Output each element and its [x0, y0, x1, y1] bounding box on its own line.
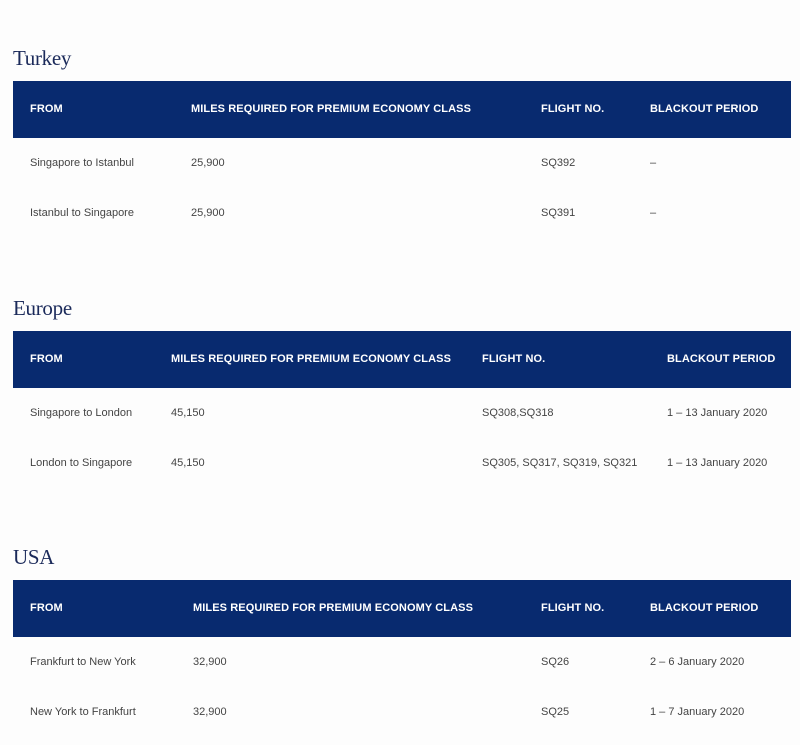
table-header: FROM MILES REQUIRED FOR PREMIUM ECONOMY … [13, 81, 791, 138]
cell-blackout: 2 – 6 January 2020 [650, 656, 745, 668]
table-row: London to Singapore 45,150 SQ305, SQ317,… [13, 439, 791, 488]
header-flight-no: FLIGHT NO. [541, 103, 605, 115]
cell-miles: 25,900 [191, 157, 225, 169]
header-blackout: BLACKOUT PERIOD [650, 602, 759, 614]
header-miles: MILES REQUIRED FOR PREMIUM ECONOMY CLASS [191, 103, 472, 115]
cell-route: Singapore to Istanbul [30, 157, 134, 169]
header-from: FROM [30, 353, 63, 365]
table-header: FROM MILES REQUIRED FOR PREMIUM ECONOMY … [13, 580, 791, 637]
cell-flight-no: SQ305, SQ317, SQ319, SQ321 [482, 457, 638, 469]
header-flight-no: FLIGHT NO. [541, 602, 605, 614]
cell-route: Frankfurt to New York [30, 656, 136, 668]
cell-blackout: 1 – 7 January 2020 [650, 706, 745, 718]
cell-miles: 32,900 [193, 656, 227, 668]
header-from: FROM [30, 103, 63, 115]
cell-route: London to Singapore [30, 457, 133, 469]
header-flight-no: FLIGHT NO. [482, 353, 546, 365]
section-title: Europe [13, 296, 72, 320]
cell-flight-no: SQ392 [541, 157, 576, 169]
cell-blackout: – [650, 157, 657, 169]
header-miles: MILES REQUIRED FOR PREMIUM ECONOMY CLASS [193, 602, 474, 614]
cell-blackout: – [650, 207, 657, 219]
section-title: USA [13, 545, 55, 569]
header-blackout: BLACKOUT PERIOD [650, 103, 759, 115]
cell-flight-no: SQ26 [541, 656, 570, 668]
cell-miles: 25,900 [191, 207, 225, 219]
table-row: Singapore to Istanbul 25,900 SQ392 – [13, 139, 791, 188]
cell-flight-no: SQ308,SQ318 [482, 407, 554, 419]
cell-miles: 45,150 [171, 457, 205, 469]
header-miles: MILES REQUIRED FOR PREMIUM ECONOMY CLASS [171, 353, 452, 365]
header-from: FROM [30, 602, 63, 614]
section-title: Turkey [13, 46, 72, 70]
cell-miles: 45,150 [171, 407, 205, 419]
cell-flight-no: SQ391 [541, 207, 576, 219]
cell-blackout: 1 – 13 January 2020 [667, 407, 768, 419]
cell-route: Istanbul to Singapore [30, 207, 134, 219]
cell-blackout: 1 – 13 January 2020 [667, 457, 768, 469]
cell-flight-no: SQ25 [541, 706, 570, 718]
header-blackout: BLACKOUT PERIOD [667, 353, 776, 365]
table-row: Frankfurt to New York 32,900 SQ26 2 – 6 … [13, 638, 791, 687]
cell-route: Singapore to London [30, 407, 133, 419]
table-row: Singapore to London 45,150 SQ308,SQ318 1… [13, 389, 791, 438]
table-header: FROM MILES REQUIRED FOR PREMIUM ECONOMY … [13, 331, 791, 388]
table-row: New York to Frankfurt 32,900 SQ25 1 – 7 … [13, 688, 791, 737]
cell-route: New York to Frankfurt [30, 706, 136, 718]
table-row: Istanbul to Singapore 25,900 SQ391 – [13, 189, 791, 238]
cell-miles: 32,900 [193, 706, 227, 718]
